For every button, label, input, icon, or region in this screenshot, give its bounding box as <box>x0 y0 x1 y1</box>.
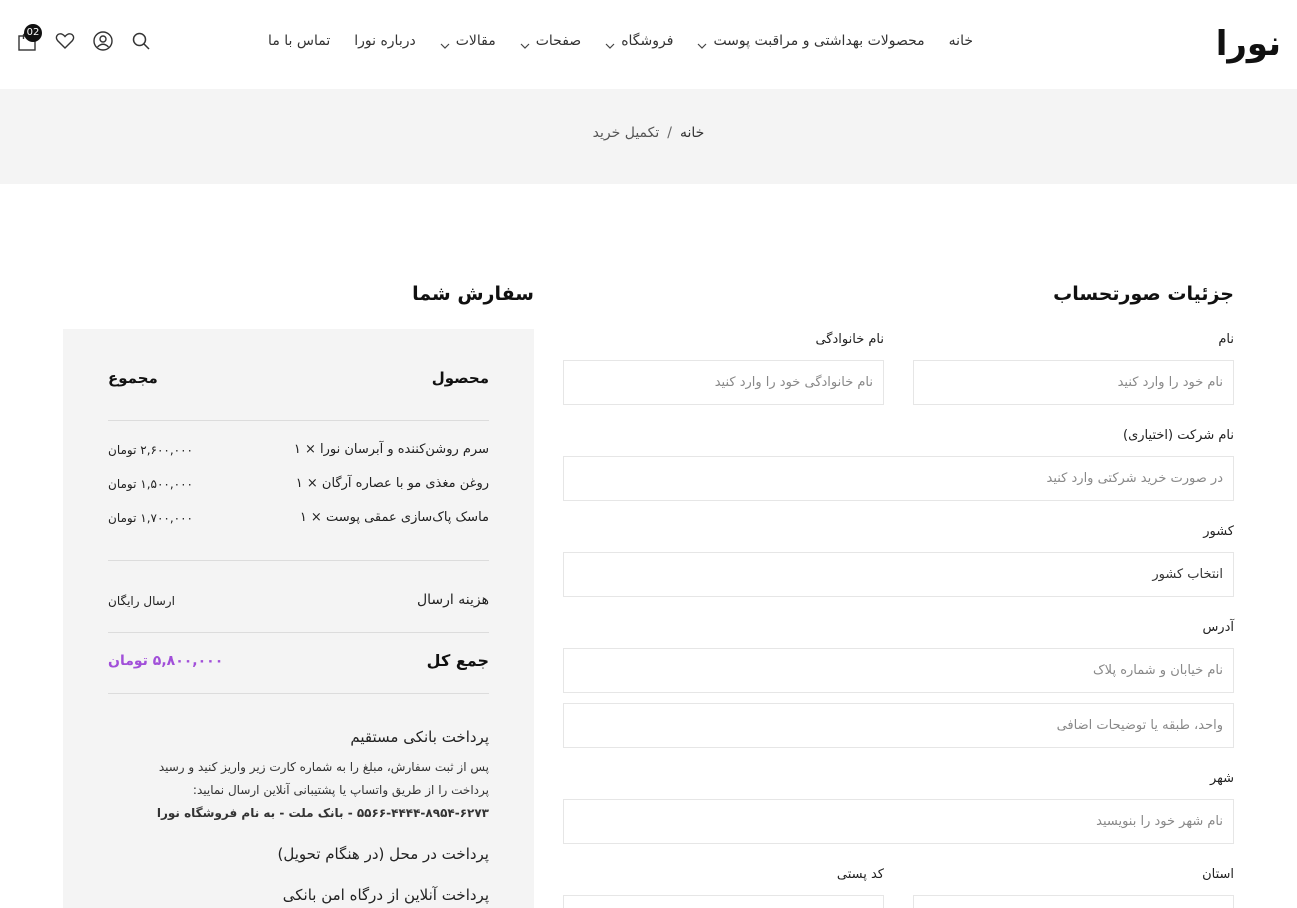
search-icon <box>130 32 152 56</box>
payment-online-option[interactable]: پرداخت آنلاین از درگاه امن بانکی <box>283 886 489 904</box>
shipping-label: هزینه ارسال <box>416 592 489 608</box>
order-summary: محصول مجموع سرم روشن‌کننده و آبرسان نورا… <box>63 329 534 908</box>
nav-item-about[interactable]: درباره نورا <box>354 30 415 52</box>
nav-item-contact[interactable]: تماس با ما <box>268 30 330 52</box>
breadcrumb-separator: / <box>667 125 672 141</box>
nav-label: تماس با ما <box>268 33 331 49</box>
address-line2-field[interactable]: واحد، طبقه یا توضیحات اضافی <box>563 703 1234 748</box>
order-item-price: ۱,۷۰۰,۰۰۰ تومان <box>108 511 193 525</box>
chevron-down-icon <box>697 36 707 49</box>
breadcrumb-bar: خانه / تکمیل خرید <box>0 89 1297 184</box>
state-field[interactable] <box>913 895 1234 908</box>
billing-title: جزئیات صورتحساب <box>1053 283 1234 305</box>
shipping-value: ارسال رایگان <box>108 594 175 608</box>
divider <box>108 560 489 561</box>
city-label: شهر <box>1209 771 1234 786</box>
account-button[interactable] <box>92 30 114 52</box>
breadcrumb-home[interactable]: خانه <box>680 125 704 141</box>
company-field[interactable]: در صورت خرید شرکتی وارد کنید <box>563 456 1234 501</box>
order-item-price: ۲,۶۰۰,۰۰۰ تومان <box>108 443 193 457</box>
site-logo[interactable]: نورا <box>1216 26 1281 62</box>
last-name-label: نام خانوادگی <box>815 332 884 347</box>
breadcrumb-current: تکمیل خرید <box>592 125 660 141</box>
total-value: ۵,۸۰۰,۰۰۰ تومان <box>108 653 224 669</box>
order-title: سفارش شما <box>412 283 534 305</box>
nav-item-pages[interactable]: صفحات <box>520 30 581 52</box>
nav-label: درباره نورا <box>354 33 416 49</box>
order-item-name: سرم روشن‌کننده و آبرسان نورا × ۱ <box>293 442 489 457</box>
postcode-field[interactable] <box>563 895 884 908</box>
nav-label: مقالات <box>455 33 496 49</box>
header-icons: 02 <box>16 24 152 52</box>
nav-item-shop[interactable]: فروشگاه <box>605 30 673 52</box>
order-item-price: ۱,۵۰۰,۰۰۰ تومان <box>108 477 193 491</box>
nav-item-articles[interactable]: مقالات <box>440 30 496 52</box>
search-button[interactable] <box>130 30 152 52</box>
order-item-name: ماسک پاک‌سازی عمقی پوست × ۱ <box>299 510 489 525</box>
divider <box>108 420 489 421</box>
payment-bank-text: پس از ثبت سفارش، مبلغ را به شماره کارت ز… <box>158 760 489 797</box>
payment-bank-option[interactable]: پرداخت بانکی مستقیم <box>350 728 489 746</box>
divider <box>108 632 489 633</box>
city-field[interactable]: نام شهر خود را بنویسید <box>563 799 1234 844</box>
order-col-product: محصول <box>431 369 489 387</box>
payment-bank-card: ۵۵۶۶-۴۴۴۴-۸۹۵۴-۶۲۷۳ - بانک ملت - به نام … <box>156 806 489 820</box>
cart-count-badge: 02 <box>24 24 42 42</box>
order-item-name: روغن مغذی مو با عصاره آرگان × ۱ <box>295 476 489 491</box>
nav-label: صفحات <box>535 33 582 49</box>
payment-bank-description: پس از ثبت سفارش، مبلغ را به شماره کارت ز… <box>129 756 489 825</box>
first-name-label: نام <box>1218 332 1234 347</box>
total-label: جمع کل <box>426 651 489 670</box>
last-name-field[interactable]: نام خانوادگی خود را وارد کنید <box>563 360 884 405</box>
nav-label: خانه <box>948 33 973 49</box>
heart-icon <box>54 33 76 56</box>
nav-label: فروشگاه <box>621 33 674 49</box>
postcode-label: کد پستی <box>836 867 884 882</box>
first-name-field[interactable]: نام خود را وارد کنید <box>913 360 1234 405</box>
divider <box>108 693 489 694</box>
state-label: استان <box>1202 867 1234 882</box>
country-select[interactable]: انتخاب کشور <box>563 552 1234 597</box>
main-nav: خانه محصولات بهداشتی و مراقبت پوست فروشگ… <box>244 30 973 52</box>
wishlist-button[interactable] <box>54 30 76 52</box>
address-line1-field[interactable]: نام خیابان و شماره پلاک <box>563 648 1234 693</box>
payment-cod-option[interactable]: پرداخت در محل (در هنگام تحویل) <box>278 845 490 863</box>
breadcrumb: خانه / تکمیل خرید <box>0 125 1297 141</box>
chevron-down-icon <box>605 36 615 49</box>
country-label: کشور <box>1203 524 1234 539</box>
cart-button[interactable]: 02 <box>16 24 42 52</box>
site-header: نورا خانه محصولات بهداشتی و مراقبت پوست … <box>0 0 1297 89</box>
user-icon <box>92 31 114 56</box>
address-label: آدرس <box>1202 620 1234 635</box>
order-col-total: مجموع <box>108 369 158 387</box>
nav-label: محصولات بهداشتی و مراقبت پوست <box>713 33 925 49</box>
nav-item-skincare[interactable]: محصولات بهداشتی و مراقبت پوست <box>697 30 925 52</box>
chevron-down-icon <box>440 36 450 49</box>
chevron-down-icon <box>520 36 530 49</box>
company-label: نام شرکت (اختیاری) <box>1123 428 1234 443</box>
nav-item-home[interactable]: خانه <box>949 30 973 52</box>
